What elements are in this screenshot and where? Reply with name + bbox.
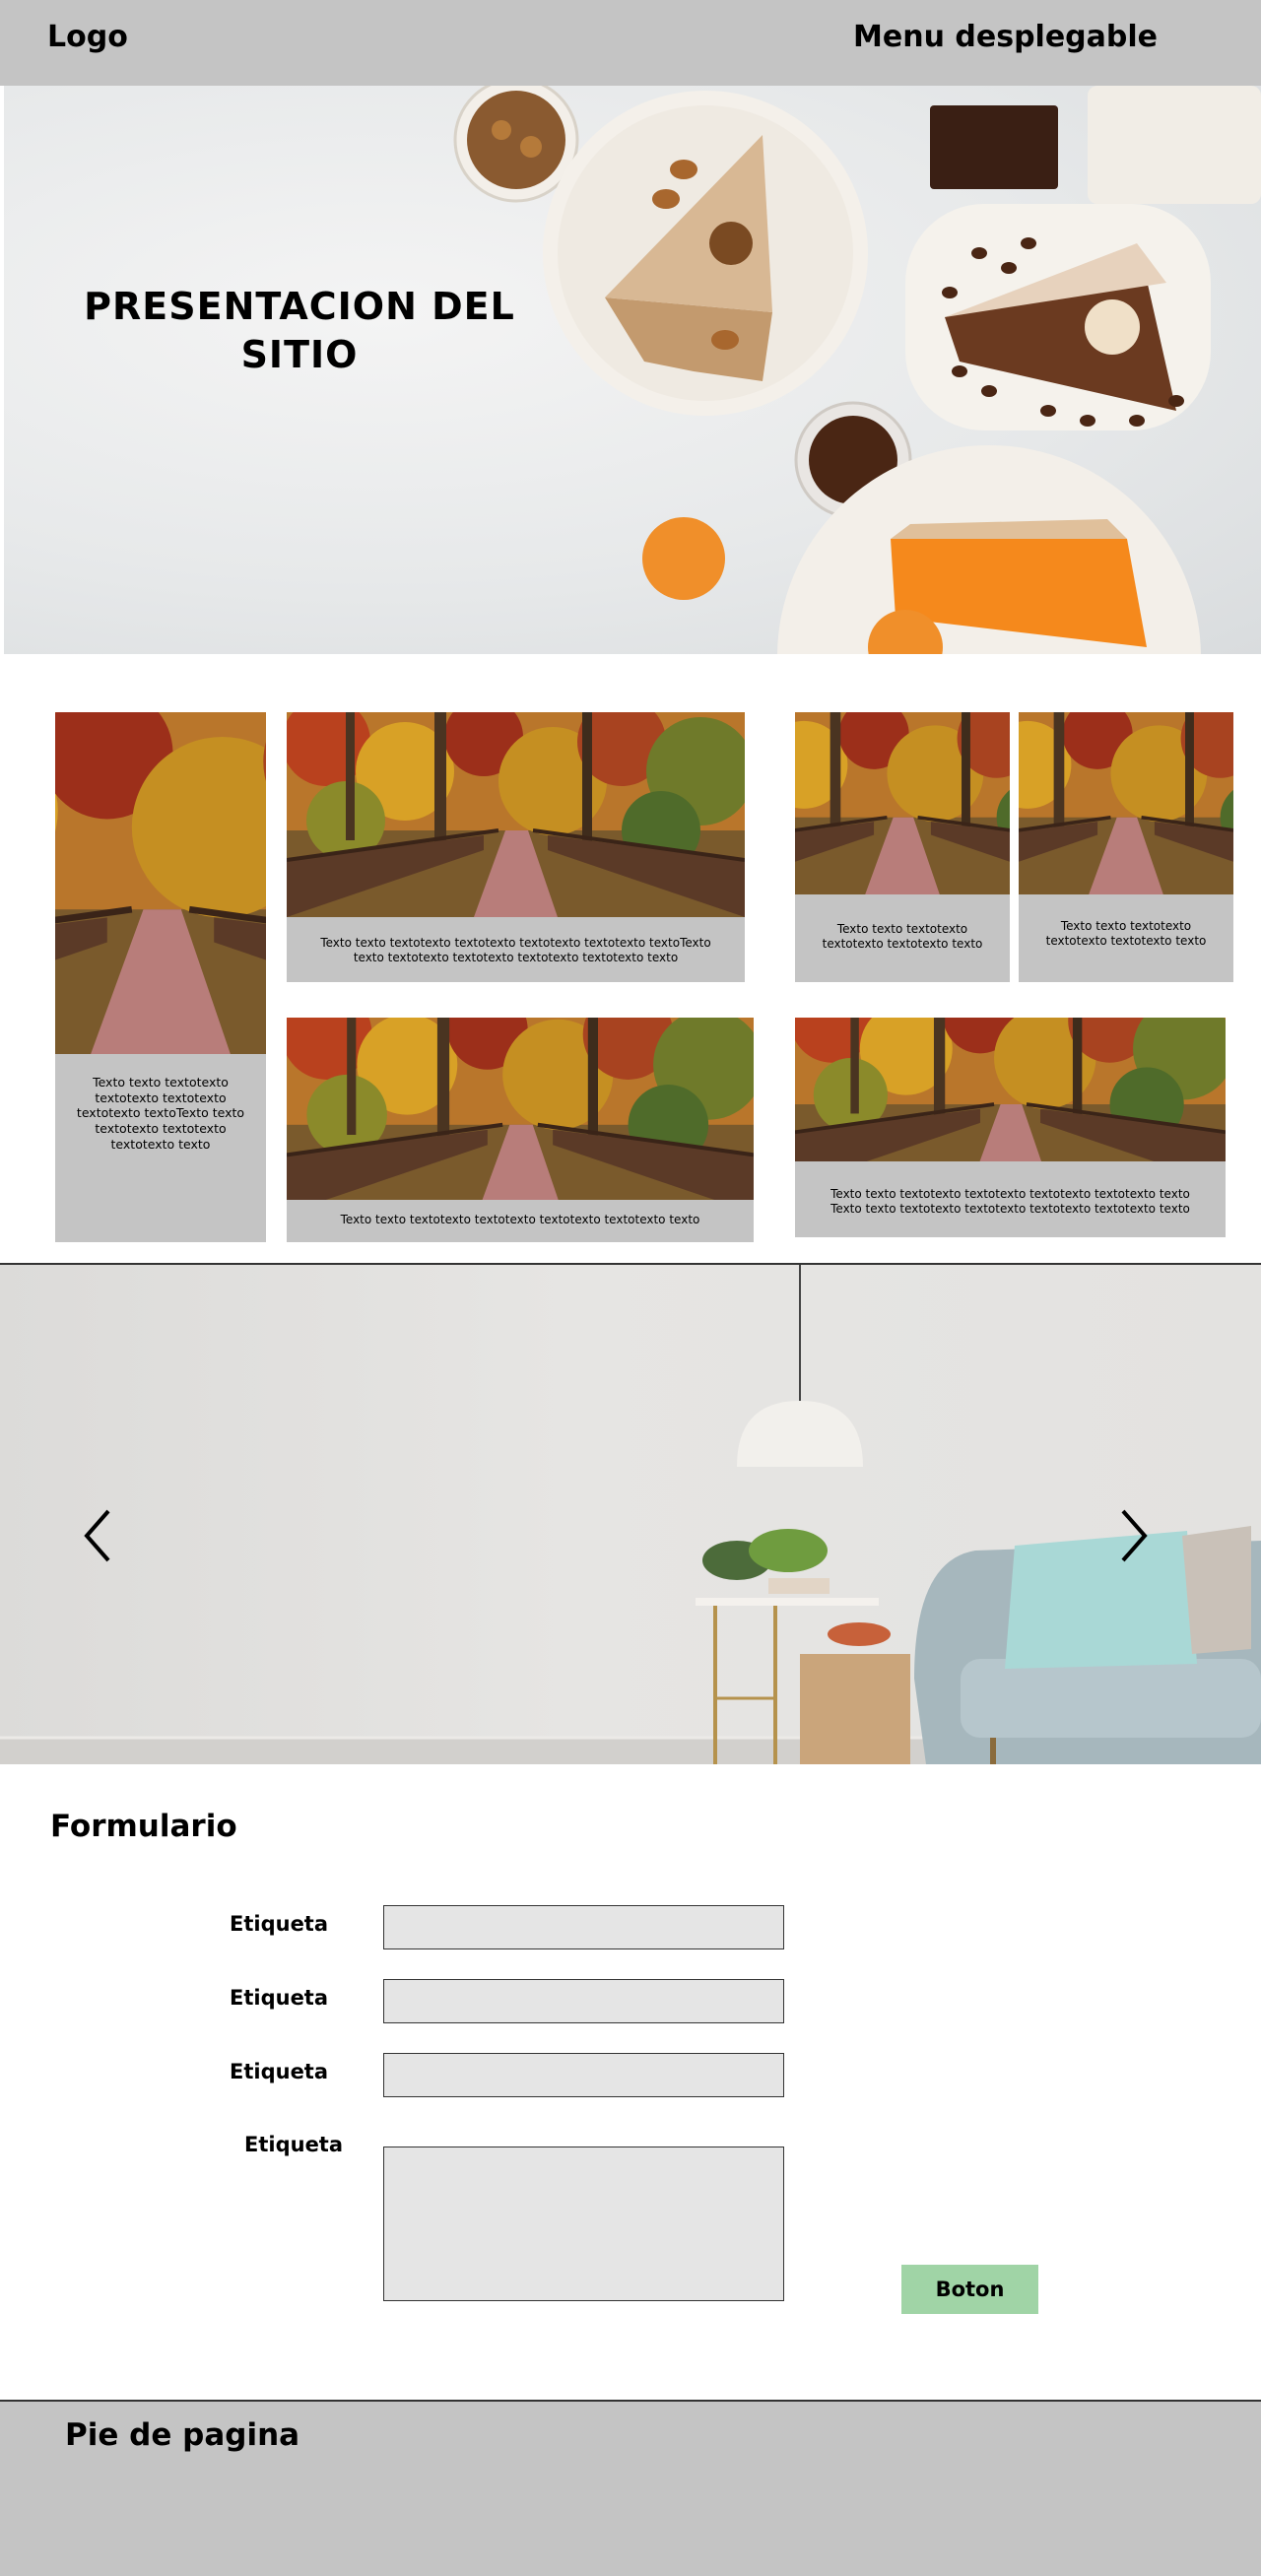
forest-image [1019,712,1233,894]
gallery-card[interactable]: Texto texto textotexto textotexto textot… [287,712,745,982]
site-footer: Pie de pagina [0,2400,1261,2576]
forest-image [795,1018,1226,1161]
field-label: Etiqueta [230,1986,329,2010]
text-field-1[interactable] [383,1905,784,1949]
hero-title: PRESENTACION DEL SITIO [84,285,515,377]
forest-image [287,712,745,917]
field-label: Etiqueta [230,1912,329,1936]
card-caption: Texto texto textotexto textotexto textot… [320,936,711,964]
card-caption: Texto texto textotexto textotexto textot… [1045,919,1207,948]
textarea-field[interactable] [383,2147,784,2301]
form-title: Formulario [50,1809,237,1844]
field-label: Etiqueta [244,2133,344,2156]
chevron-left-icon[interactable] [79,1506,118,1565]
forest-image [55,712,266,1054]
field-label: Etiqueta [230,2060,329,2083]
site-header: Logo Menu desplegable [0,0,1261,86]
gallery-card[interactable]: Texto texto textotexto textotexto textot… [55,712,266,1242]
living-room-image [0,1265,1261,1764]
gallery-card[interactable]: Texto texto textotexto textotexto textot… [1019,712,1233,982]
submit-button[interactable]: Boton [901,2265,1038,2314]
card-caption: Texto texto textotexto textotexto textot… [340,1213,700,1226]
gallery-card[interactable]: Texto texto textotexto textotexto textot… [795,1018,1226,1237]
gallery-card[interactable]: Texto texto textotexto textotexto textot… [795,712,1010,982]
card-caption: Texto texto textotexto textotexto textot… [822,922,983,951]
text-field-2[interactable] [383,1979,784,2023]
dropdown-menu[interactable]: Menu desplegable [853,20,1158,54]
forest-image [795,712,1010,894]
chevron-right-icon[interactable] [1113,1506,1153,1565]
image-slider [0,1265,1261,1764]
card-caption: Texto texto textotexto textotexto textot… [830,1187,1190,1216]
footer-title: Pie de pagina [65,2417,300,2453]
gallery-card[interactable]: Texto texto textotexto textotexto textot… [287,1018,754,1242]
hero-banner: PRESENTACION DEL SITIO [4,86,1261,654]
text-field-3[interactable] [383,2053,784,2097]
logo[interactable]: Logo [47,20,128,54]
card-caption: Texto texto textotexto textotexto textot… [76,1075,245,1152]
forest-image [287,1018,754,1200]
